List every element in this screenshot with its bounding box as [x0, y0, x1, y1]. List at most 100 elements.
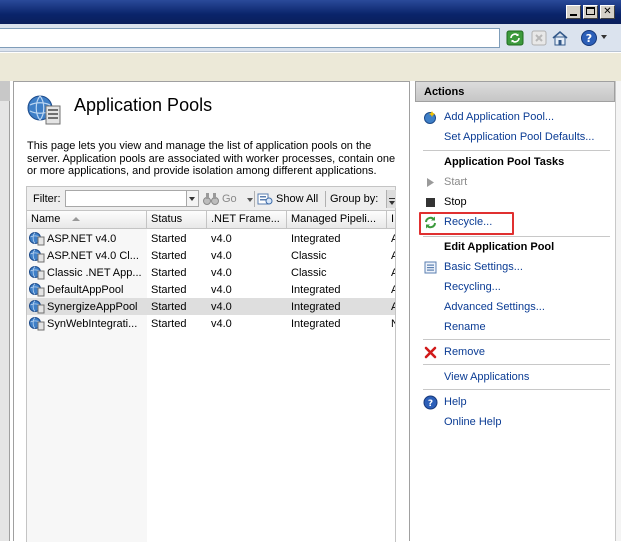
cell-pipeline: Integrated [291, 300, 341, 313]
cell-pipeline: Classic [291, 266, 327, 279]
help-icon[interactable]: ? [580, 29, 598, 47]
cell-name: SynergizeAppPool [27, 299, 147, 314]
maximize-icon [586, 7, 595, 15]
home-icon[interactable] [551, 29, 569, 47]
remove-icon [424, 346, 437, 359]
cell-status: Started [151, 300, 187, 313]
column-header-identity[interactable]: I [387, 211, 395, 229]
toolbar-overflow-button[interactable] [386, 190, 396, 208]
table-row[interactable]: ASP.NET v4.0 Started v4.0 Integrated A [27, 230, 395, 247]
minimize-button[interactable] [566, 5, 581, 19]
cell-name: SynWebIntegrati... [27, 316, 147, 331]
cell-framework: v4.0 [211, 266, 232, 279]
cell-pipeline: Integrated [291, 283, 341, 296]
show-all-label: Show All [276, 193, 319, 205]
address-bar-row: ? [0, 24, 621, 52]
sort-ascending-icon [72, 217, 81, 222]
pool-name: SynWebIntegrati... [47, 317, 138, 330]
filter-dropdown-button[interactable] [187, 190, 199, 207]
svg-text:?: ? [586, 32, 592, 45]
cell-identity: A [387, 250, 395, 262]
application-pool-icon [29, 249, 45, 263]
column-header-managed-pipeline[interactable]: Managed Pipeli... [287, 211, 387, 229]
cell-identity: A [387, 267, 395, 279]
stop-square-icon [426, 198, 435, 207]
go-button[interactable]: Go [203, 192, 237, 206]
group-by-label[interactable]: Group by: [330, 193, 378, 205]
application-pool-tasks-heading: Application Pool Tasks [444, 156, 565, 168]
pool-name: ASP.NET v4.0 Cl... [47, 249, 139, 262]
table-row[interactable]: DefaultAppPool Started v4.0 Integrated A [27, 281, 395, 298]
list-column-headers: Name Status .NET Frame... Managed Pipeli… [27, 211, 395, 229]
window-controls: ✕ [566, 5, 615, 19]
cell-status: Started [151, 266, 187, 279]
binoculars-icon [203, 193, 219, 205]
filter-bar: Filter: Go Show All Group by: [26, 186, 396, 210]
online-help-action[interactable]: Online Help [415, 414, 615, 432]
cell-status: Started [151, 283, 187, 296]
page-title: Application Pools [74, 95, 213, 115]
add-application-pool-action[interactable]: Add Application Pool... [415, 109, 615, 127]
connections-pane-edge [0, 81, 10, 541]
cell-identity: A [387, 233, 395, 245]
stop-icon[interactable] [530, 29, 548, 47]
start-icon [427, 178, 434, 187]
help-circle-icon: ? [423, 395, 438, 410]
cell-framework: v4.0 [211, 249, 232, 262]
cell-pipeline: Classic [291, 249, 327, 262]
application-pools-list: Name Status .NET Frame... Managed Pipeli… [26, 210, 396, 542]
start-action[interactable]: Start [415, 174, 615, 192]
cell-identity: N [387, 318, 395, 330]
maximize-button[interactable] [583, 5, 598, 19]
cell-name: DefaultAppPool [27, 282, 147, 297]
column-header-status[interactable]: Status [147, 211, 207, 229]
go-dropdown-icon[interactable] [247, 198, 253, 202]
filter-input[interactable] [65, 190, 187, 207]
remove-action[interactable]: Remove [415, 344, 615, 362]
stop-action[interactable]: Stop [415, 194, 615, 212]
advanced-settings-action[interactable]: Advanced Settings... [415, 299, 615, 317]
table-row[interactable]: ASP.NET v4.0 Cl... Started v4.0 Classic A [27, 247, 395, 264]
column-header-name[interactable]: Name [27, 211, 147, 229]
application-pools-panel: Application Pools This page lets you vie… [13, 81, 410, 542]
view-applications-action[interactable]: View Applications [415, 369, 615, 387]
refresh-icon[interactable] [506, 29, 524, 47]
address-input[interactable] [0, 28, 500, 48]
show-all-icon [257, 193, 273, 205]
cell-pipeline: Integrated [291, 317, 341, 330]
cell-framework: v4.0 [211, 232, 232, 245]
recycling-action[interactable]: Recycling... [415, 279, 615, 297]
help-dropdown-icon[interactable] [601, 35, 607, 39]
window-right-edge [615, 81, 621, 541]
basic-settings-action[interactable]: Basic Settings... [415, 259, 615, 277]
add-pool-icon [424, 111, 436, 124]
cell-framework: v4.0 [211, 317, 232, 330]
cell-status: Started [151, 249, 187, 262]
table-row[interactable]: Classic .NET App... Started v4.0 Classic A [27, 264, 395, 281]
cell-status: Started [151, 317, 187, 330]
actions-pane: Actions Add Application Pool... Set Appl… [415, 81, 615, 541]
show-all-button[interactable]: Show All [257, 192, 318, 206]
cell-identity: A [387, 301, 395, 313]
application-pool-icon [29, 266, 45, 280]
application-pool-icon [29, 317, 45, 331]
table-row[interactable]: SynergizeAppPool Started v4.0 Integrated A [27, 298, 395, 315]
application-pools-icon [27, 95, 61, 125]
close-icon: ✕ [603, 6, 612, 17]
close-button[interactable]: ✕ [600, 5, 615, 19]
pool-name: DefaultAppPool [47, 283, 124, 296]
header-band [0, 53, 621, 81]
set-application-pool-defaults-action[interactable]: Set Application Pool Defaults... [415, 129, 615, 147]
table-row[interactable]: SynWebIntegrati... Started v4.0 Integrated N [27, 315, 395, 332]
svg-text:?: ? [428, 399, 433, 409]
cell-name: Classic .NET App... [27, 265, 147, 280]
application-pool-icon [29, 300, 45, 314]
rename-action[interactable]: Rename [415, 319, 615, 337]
help-action[interactable]: ? Help [415, 394, 615, 412]
cell-status: Started [151, 232, 187, 245]
minimize-icon [570, 14, 577, 16]
cell-framework: v4.0 [211, 300, 232, 313]
column-header-net-framework[interactable]: .NET Frame... [207, 211, 287, 229]
application-pool-icon [29, 283, 45, 297]
cell-pipeline: Integrated [291, 232, 341, 245]
